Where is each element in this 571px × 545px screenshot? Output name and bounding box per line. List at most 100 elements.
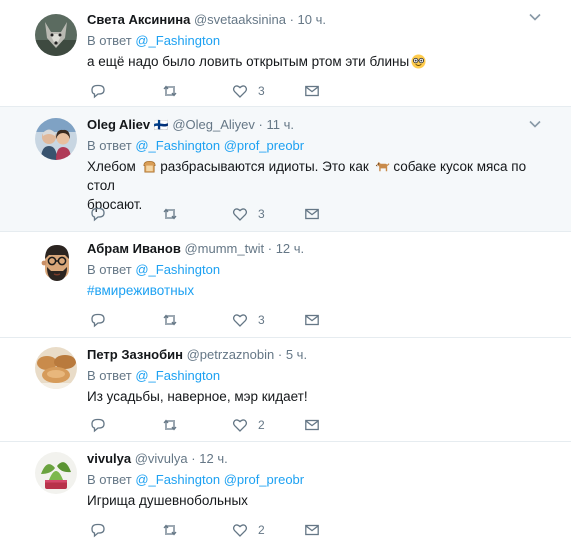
- mention-link[interactable]: @_Fashington: [135, 33, 220, 48]
- direct-message-button[interactable]: [304, 206, 320, 222]
- reply-context: В ответ @_Fashington: [87, 262, 551, 278]
- mention-link[interactable]: @_Fashington: [135, 472, 220, 487]
- timestamp[interactable]: 10 ч.: [298, 12, 326, 27]
- reply-prefix: В ответ: [87, 368, 132, 383]
- like-icon: [232, 524, 248, 537]
- reply-button[interactable]: [90, 83, 106, 99]
- tweet[interactable]: Oleg Aliev 🇫🇮 @Oleg_Aliyev · 11 ч. В отв…: [0, 107, 571, 232]
- reply-prefix: В ответ: [87, 138, 132, 153]
- avatar[interactable]: [35, 14, 77, 56]
- display-name[interactable]: vivulya: [87, 451, 131, 466]
- like-button[interactable]: 2: [232, 522, 265, 538]
- like-count: 3: [258, 207, 265, 221]
- direct-message-button[interactable]: [304, 312, 320, 328]
- retweet-icon: [163, 524, 177, 536]
- reply-context: В ответ @_Fashington @prof_preobr: [87, 138, 551, 154]
- user-handle[interactable]: @Oleg_Aliyev: [172, 117, 255, 132]
- reply-icon: [91, 207, 105, 222]
- tweet-text-part: разбрасываются идиоты. Это как: [160, 159, 369, 174]
- timestamp[interactable]: 5 ч.: [286, 347, 307, 362]
- reply-button[interactable]: [90, 206, 106, 222]
- mention-link[interactable]: @_Fashington: [135, 368, 220, 383]
- finland-flag-emoji: 🇫🇮: [153, 118, 169, 132]
- retweet-icon: [163, 85, 177, 97]
- reply-prefix: В ответ: [87, 33, 132, 48]
- reply-icon: [91, 313, 105, 328]
- avatar[interactable]: [35, 452, 77, 494]
- like-button[interactable]: 3: [232, 206, 265, 222]
- user-handle[interactable]: @petrzaznobin: [187, 347, 275, 362]
- retweet-button[interactable]: [162, 206, 178, 222]
- mention-link[interactable]: @_Fashington: [135, 138, 220, 153]
- separator: ·: [258, 117, 263, 132]
- timestamp[interactable]: 12 ч.: [199, 451, 227, 466]
- mention-link[interactable]: @prof_preobr: [224, 138, 304, 153]
- reply-prefix: В ответ: [87, 472, 132, 487]
- user-handle[interactable]: @mumm_twit: [184, 241, 264, 256]
- tweet[interactable]: Света Аксинина @svetaaksinina · 10 ч. В …: [0, 0, 571, 107]
- tweet[interactable]: vivulya @vivulya · 12 ч. В ответ @_Fashi…: [0, 442, 571, 545]
- tweet-text: а ещё надо было ловить открытым ртом эти…: [87, 52, 551, 71]
- plant-avatar-image: [35, 452, 77, 494]
- replies-feed: Света Аксинина @svetaaksinina · 10 ч. В …: [0, 0, 571, 545]
- like-icon: [232, 85, 248, 98]
- direct-message-button[interactable]: [304, 522, 320, 538]
- separator: ·: [267, 241, 273, 256]
- display-name[interactable]: Oleg Aliev: [87, 117, 150, 132]
- retweet-button[interactable]: [162, 312, 178, 328]
- cartoon-man-avatar-image: [35, 241, 77, 283]
- like-button[interactable]: 3: [232, 83, 265, 99]
- like-button[interactable]: 2: [232, 417, 265, 433]
- avatar[interactable]: [35, 241, 77, 283]
- direct-message-button[interactable]: [304, 417, 320, 433]
- like-count: 3: [258, 313, 265, 327]
- retweet-button[interactable]: [162, 83, 178, 99]
- retweet-icon: [163, 419, 177, 431]
- timestamp[interactable]: 12 ч.: [276, 241, 304, 256]
- user-handle[interactable]: @vivulya: [135, 451, 188, 466]
- timestamp[interactable]: 11 ч.: [266, 117, 294, 132]
- chevron-down-icon[interactable]: [529, 120, 541, 128]
- retweet-button[interactable]: [162, 522, 178, 538]
- tweet-text-content: Игрища душевнобольных: [87, 493, 248, 508]
- hashtag-link[interactable]: #вмиреживотных: [87, 283, 194, 298]
- like-button[interactable]: 3: [232, 312, 265, 328]
- dog-emoji-icon: [375, 161, 390, 172]
- mention-link[interactable]: @prof_preobr: [224, 472, 304, 487]
- tweet[interactable]: Петр Зазнобин @petrzaznobin · 5 ч. В отв…: [0, 338, 571, 442]
- user-handle[interactable]: @svetaaksinina: [194, 12, 286, 27]
- mention-link[interactable]: @_Fashington: [135, 262, 220, 277]
- chevron-down-icon[interactable]: [529, 13, 541, 21]
- pastries-avatar-image: [35, 347, 77, 389]
- like-count: 2: [258, 418, 265, 432]
- message-icon: [305, 85, 319, 97]
- tweet-text: #вмиреживотных: [87, 281, 551, 300]
- reply-button[interactable]: [90, 312, 106, 328]
- like-icon: [232, 314, 248, 327]
- display-name[interactable]: Света Аксинина: [87, 12, 190, 27]
- like-icon: [232, 419, 248, 432]
- tweet-text: Из усадьбы, наверное, мэр кидает!: [87, 387, 551, 406]
- retweet-icon: [163, 314, 177, 326]
- display-name[interactable]: Петр Зазнобин: [87, 347, 183, 362]
- reply-prefix: В ответ: [87, 262, 132, 277]
- tweet-text: Игрища душевнобольных: [87, 491, 551, 510]
- reply-button[interactable]: [90, 417, 106, 433]
- separator: ·: [289, 12, 294, 27]
- reply-context: В ответ @_Fashington: [87, 368, 551, 384]
- like-icon: [232, 208, 248, 221]
- reply-button[interactable]: [90, 522, 106, 538]
- avatar[interactable]: [35, 118, 77, 160]
- direct-message-button[interactable]: [304, 83, 320, 99]
- retweet-button[interactable]: [162, 417, 178, 433]
- tweet[interactable]: Абрам Иванов @mumm_twit · 12 ч. В ответ …: [0, 232, 571, 338]
- display-name[interactable]: Абрам Иванов: [87, 241, 181, 256]
- reply-icon: [91, 84, 105, 99]
- like-count: 2: [258, 523, 265, 537]
- separator: ·: [277, 347, 283, 362]
- message-icon: [305, 419, 319, 431]
- nerd-face-emoji-icon: [411, 54, 426, 69]
- tweet-text-content: Из усадьбы, наверное, мэр кидает!: [87, 389, 308, 404]
- reply-icon: [91, 418, 105, 433]
- avatar[interactable]: [35, 347, 77, 389]
